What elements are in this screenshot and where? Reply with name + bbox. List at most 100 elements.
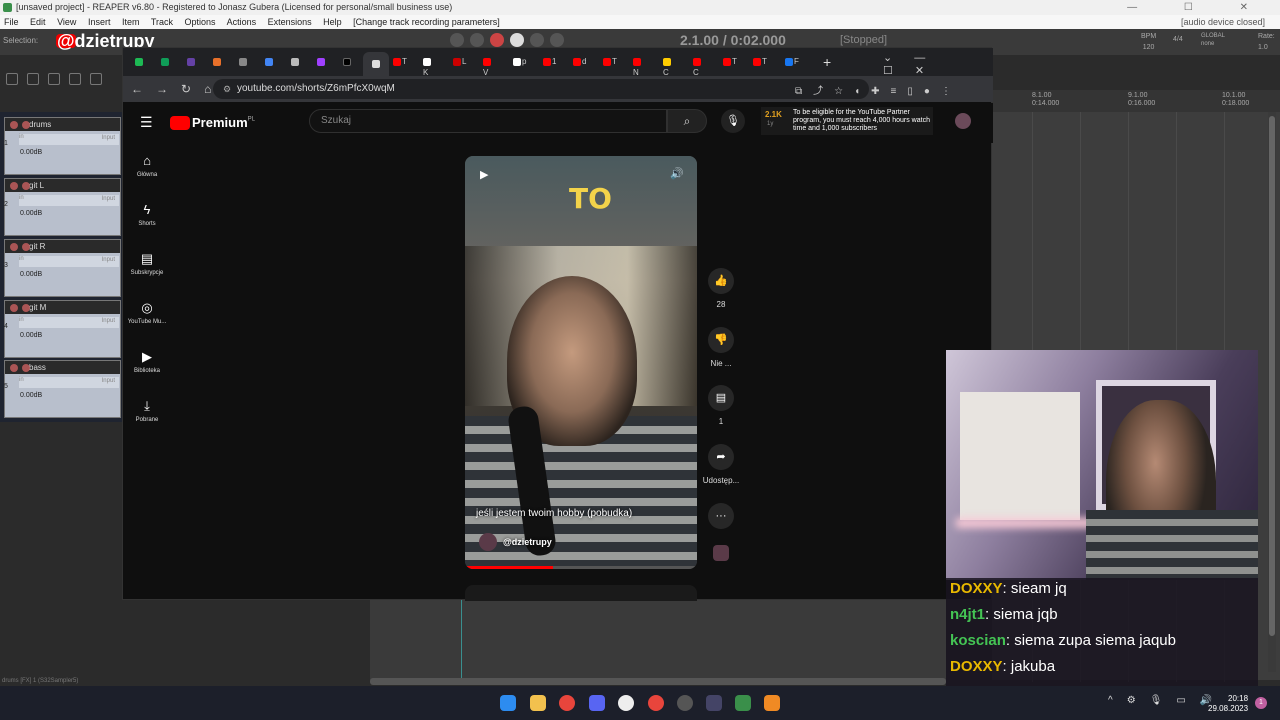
tab-docs[interactable] (265, 56, 279, 67)
video-title[interactable]: jeśli jestem twoim hobby (pobudka) (476, 508, 632, 519)
menu-item[interactable]: Item (122, 17, 140, 27)
shorts-video-player[interactable]: TO ▶ 🔊 jeśli jestem twoim hobby (pobudka… (465, 156, 697, 569)
track-name[interactable]: git R (29, 242, 45, 251)
file-explorer-icon[interactable] (530, 695, 546, 711)
play-icon[interactable]: ▶ (480, 168, 488, 181)
app-icon[interactable] (618, 695, 634, 711)
horizontal-scrollbar[interactable] (370, 678, 946, 685)
account-avatar[interactable] (955, 113, 971, 129)
video-progress-bar[interactable] (465, 566, 697, 569)
site-info-icon[interactable]: ⚙ (223, 79, 231, 99)
search-input[interactable]: Szukaj (309, 109, 667, 133)
like-action[interactable]: 👍 28 (698, 268, 744, 309)
tab-9[interactable]: N (633, 56, 647, 77)
search-button[interactable]: ⌕ (667, 109, 707, 133)
reload-icon[interactable]: ↻ (181, 82, 191, 96)
input-select[interactable]: Input (102, 135, 115, 141)
tab-youtube-1[interactable]: T (393, 56, 407, 67)
tab-spotify[interactable] (135, 56, 149, 67)
hamburger-icon[interactable]: ☰ (140, 114, 153, 131)
tab-5[interactable]: p (513, 56, 527, 67)
sidebar-item-downloads[interactable]: ⤓ Pobrane (123, 398, 171, 423)
tab-13[interactable]: T (753, 56, 767, 67)
bookmark-star-icon[interactable]: ☆ (834, 86, 843, 97)
share-arrow-icon[interactable]: ➦ (708, 444, 734, 470)
undo-icon[interactable] (90, 73, 102, 85)
menu-edit[interactable]: Edit (30, 17, 46, 27)
tab-twitch[interactable] (187, 56, 201, 67)
input-select[interactable]: Input (102, 318, 115, 324)
record-arm-icon[interactable] (10, 364, 30, 372)
channel-avatar[interactable] (479, 533, 497, 551)
notification-badge[interactable]: 1 (1255, 697, 1267, 709)
sidebar-item-shorts[interactable]: ϟ Shorts (123, 202, 171, 227)
volume-icon[interactable]: 🔊 (670, 167, 684, 180)
track-volume[interactable]: 0.00dB (20, 210, 120, 217)
tab-circle[interactable] (291, 56, 305, 67)
discord-icon[interactable] (589, 695, 605, 711)
tab-3[interactable]: L (453, 56, 467, 67)
tab-6[interactable]: 1 (543, 56, 557, 67)
tab-messenger[interactable] (317, 56, 331, 67)
chrome-icon[interactable] (648, 695, 664, 711)
track-name[interactable]: bass (29, 363, 46, 372)
record-arm-icon[interactable] (10, 182, 30, 190)
track-volume[interactable]: 0.00dB (20, 271, 120, 278)
forward-icon[interactable] (470, 33, 484, 47)
sound-remix-thumbnail[interactable] (713, 545, 729, 561)
extension-icon[interactable]: ◖ (854, 86, 860, 97)
track-drums[interactable]: 1 drums in Input 0.00dB (4, 117, 121, 175)
record-icon[interactable] (490, 33, 504, 47)
track-name[interactable]: git M (29, 303, 46, 312)
reaper-window-controls[interactable]: — ☐ ✕ (1127, 0, 1270, 15)
back-icon[interactable]: ← (131, 82, 143, 96)
global-groove[interactable]: GLOBAL none (1201, 32, 1225, 48)
sidebar-item-youtube-music[interactable]: ◎ YouTube Mu... (123, 300, 171, 325)
share-icon[interactable]: ⤴ (813, 86, 823, 97)
track-bass[interactable]: 5 bass in Input 0.00dB (4, 360, 121, 418)
tray-expand-icon[interactable]: ^ (1108, 695, 1113, 706)
loop-icon[interactable] (530, 33, 544, 47)
tab-12[interactable]: T (723, 56, 737, 67)
minimize-icon[interactable]: — (914, 52, 925, 64)
side-panel-icon[interactable]: ▯ (907, 86, 913, 97)
render-icon[interactable] (27, 73, 39, 85)
puzzle-icon[interactable]: ✚ (871, 86, 879, 97)
comment-icon[interactable]: ▤ (708, 385, 734, 411)
fx-icon[interactable] (48, 73, 60, 85)
input-select[interactable]: Input (102, 257, 115, 263)
tab-10[interactable]: C (663, 56, 677, 77)
media-queue-icon[interactable]: ≡ (891, 86, 897, 97)
menu-file[interactable]: File (4, 17, 19, 27)
menu-options[interactable]: Options (185, 17, 216, 27)
tab-7[interactable]: d (573, 56, 587, 67)
microphone-icon[interactable]: 🎙 (1150, 695, 1163, 706)
forward-icon[interactable]: → (156, 82, 168, 96)
thumbs-down-icon[interactable]: 👎 (708, 327, 734, 353)
voice-search-button[interactable]: 🎙 (721, 109, 745, 133)
tab-8[interactable]: T (603, 56, 617, 67)
tab-4[interactable]: V (483, 56, 497, 77)
tab-search-icon[interactable]: ⌄ (883, 52, 892, 64)
obs-icon[interactable] (677, 695, 693, 711)
track-input-row[interactable]: in Input (19, 317, 119, 328)
vlc-icon[interactable] (764, 695, 780, 711)
reaper-icon[interactable] (735, 695, 751, 711)
info-icon[interactable] (69, 73, 81, 85)
track-volume[interactable]: 0.00dB (20, 332, 120, 339)
timeline-ruler[interactable]: 8.1.00 0:14.000 9.1.00 0:16.000 10.1.00 0:1… (992, 90, 1280, 112)
tab-2[interactable]: K (423, 56, 437, 77)
menu-extensions[interactable]: Extensions (268, 17, 312, 27)
track-git-r[interactable]: 3 git R in Input 0.00dB (4, 239, 121, 297)
url-field[interactable]: ⚙ youtube.com/shorts/Z6mPfcX0wqM (213, 79, 869, 99)
dislike-action[interactable]: 👎 Nie ... (698, 327, 744, 368)
menu-view[interactable]: View (57, 17, 76, 27)
sidebar-item-home[interactable]: ⌂ Główna (123, 153, 171, 178)
menu-track[interactable]: Track (151, 17, 173, 27)
tab-active[interactable] (363, 52, 389, 76)
tab-x[interactable] (343, 56, 357, 67)
share-action[interactable]: ➦ Udostęp... (698, 444, 744, 485)
tab-sheets[interactable] (161, 56, 175, 67)
track-input-row[interactable]: in Input (19, 256, 119, 267)
sidebar-item-subscriptions[interactable]: ▤ Subskrypcje (123, 251, 171, 276)
